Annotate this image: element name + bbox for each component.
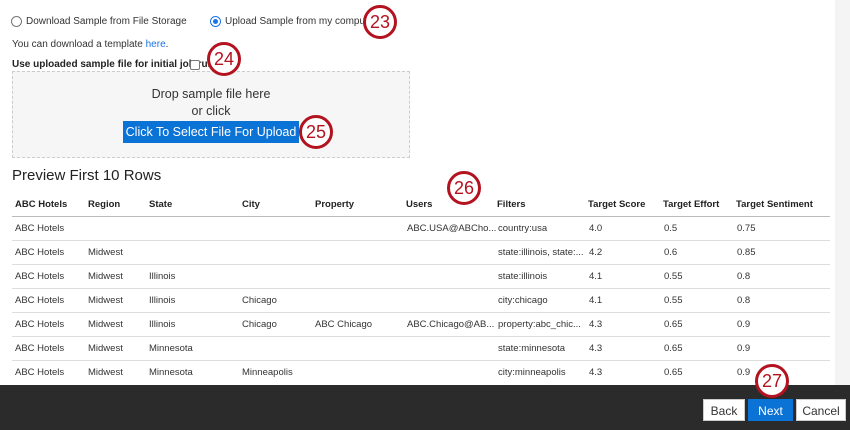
table-cell: 0.8 [737,295,751,306]
table-cell: 0.6 [664,247,678,258]
table-cell: Minnesota [149,343,193,354]
table-cell: 0.65 [664,319,683,330]
table-cell: ABC Hotels [15,319,65,330]
table-cell: 4.3 [589,367,603,378]
row-divider [12,264,830,265]
column-header[interactable]: Filters [497,199,526,210]
table-cell: Midwest [88,295,123,306]
row-divider [12,336,830,337]
column-header[interactable]: Property [315,199,354,210]
table-cell: ABC Hotels [15,247,65,258]
table-cell: Illinois [149,295,176,306]
table-cell: ABC Hotels [15,271,65,282]
callout-23: 23 [363,5,397,39]
table-cell: Chicago [242,319,277,330]
callout-27: 27 [755,364,789,398]
initial-run-label: Use uploaded sample file for initial job… [12,59,218,70]
table-cell: city:chicago [498,295,548,306]
table-cell: 0.8 [737,271,751,282]
table-cell: 0.9 [737,343,751,354]
table-cell: ABC Hotels [15,343,65,354]
table-cell: 0.9 [737,319,751,330]
table-cell: 4.1 [589,271,603,282]
cancel-button[interactable]: Cancel [796,399,846,421]
template-link[interactable]: here [146,39,166,50]
scrollbar[interactable] [835,0,850,385]
table-cell: country:usa [498,223,548,234]
radio-upload-computer[interactable] [210,16,221,27]
table-cell: ABC.Chicago@AB... [407,319,495,330]
table-cell: Illinois [149,271,176,282]
column-header[interactable]: City [242,199,260,210]
table-cell: Midwest [88,271,123,282]
table-cell: 4.3 [589,319,603,330]
preview-title: Preview First 10 Rows [12,167,162,184]
callout-25: 25 [299,115,333,149]
column-header[interactable]: ABC Hotels [15,199,67,210]
initial-run-checkbox[interactable] [190,60,200,70]
template-text: You can download a template [12,39,146,50]
table-cell: 0.55 [664,271,683,282]
table-cell: ABC Hotels [15,295,65,306]
template-end: . [165,39,169,50]
table-cell: Chicago [242,295,277,306]
table-cell: state:illinois, state:... [498,247,584,258]
table-cell: 0.55 [664,295,683,306]
table-cell: property:abc_chic... [498,319,581,330]
table-cell: 0.65 [664,367,683,378]
table-cell: Illinois [149,319,176,330]
table-cell: Minneapolis [242,367,293,378]
table-cell: 0.9 [737,367,751,378]
table-cell: ABC Hotels [15,367,65,378]
column-header[interactable]: State [149,199,172,210]
template-hint: You can download a template here. [12,39,168,50]
table-cell: 0.85 [737,247,756,258]
table-cell: 4.2 [589,247,603,258]
table-cell: Midwest [88,247,123,258]
select-file-upload-button[interactable]: Click To Select File For Upload [123,121,299,143]
table-cell: state:minnesota [498,343,566,354]
row-divider [12,312,830,313]
column-header[interactable]: Target Score [588,199,645,210]
table-cell: 0.65 [664,343,683,354]
drop-text: Drop sample file here [151,87,271,101]
table-cell: ABC Chicago [315,319,373,330]
table-cell: Midwest [88,319,123,330]
callout-24: 24 [207,42,241,76]
table-cell: ABC.USA@ABCho... [407,223,497,234]
file-drop-zone[interactable]: Drop sample file here or click [12,71,410,158]
table-cell: 4.3 [589,343,603,354]
row-divider [12,240,830,241]
column-header[interactable]: Region [88,199,120,210]
drop-or-text: or click [191,104,231,118]
table-cell: 4.0 [589,223,603,234]
table-cell: Minnesota [149,367,193,378]
table-cell: city:minneapolis [498,367,566,378]
column-header[interactable]: Users [406,199,432,210]
table-cell: 4.1 [589,295,603,306]
header-divider [12,216,830,217]
callout-26: 26 [447,171,481,205]
table-cell: 0.75 [737,223,756,234]
radio-label-upload: Upload Sample from my computer [225,16,377,27]
column-header[interactable]: Target Sentiment [736,199,813,210]
table-cell: Midwest [88,367,123,378]
table-cell: Midwest [88,343,123,354]
table-cell: ABC Hotels [15,223,65,234]
table-cell: state:illinois [498,271,548,282]
column-header[interactable]: Target Effort [663,199,719,210]
radio-label-download: Download Sample from File Storage [26,16,187,27]
radio-download-file-storage[interactable] [11,16,22,27]
table-cell: 0.5 [664,223,678,234]
back-button[interactable]: Back [703,399,745,421]
row-divider [12,360,830,361]
next-button[interactable]: Next [748,399,793,421]
row-divider [12,288,830,289]
